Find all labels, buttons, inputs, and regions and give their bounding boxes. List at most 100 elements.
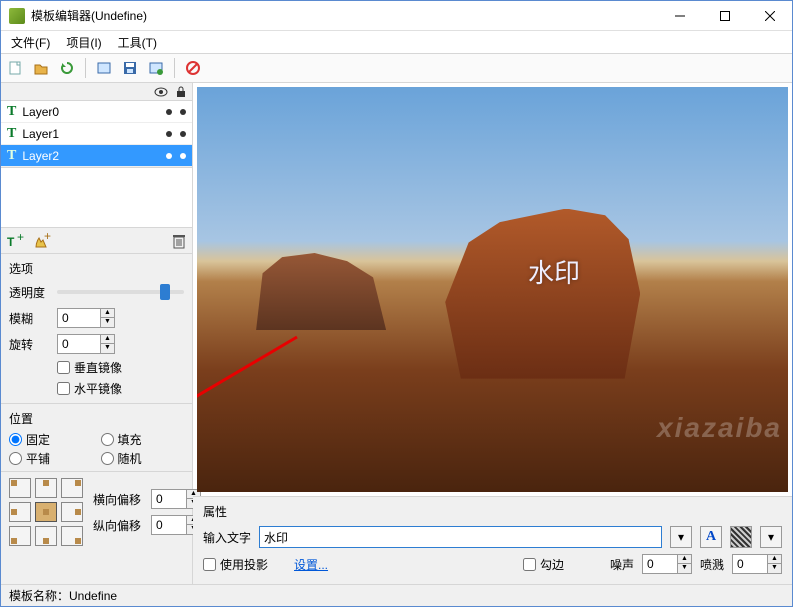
layer-vis-dot[interactable]	[166, 109, 172, 115]
position-title: 位置	[9, 408, 184, 429]
toolbar	[1, 53, 792, 83]
cancel-button[interactable]	[183, 58, 203, 78]
delete-layer-button[interactable]	[172, 233, 186, 249]
spin-up[interactable]: ▲	[101, 309, 114, 318]
noise-input[interactable]	[643, 555, 677, 573]
anchor-tl[interactable]	[9, 478, 31, 498]
export-button[interactable]	[146, 58, 166, 78]
layer-row[interactable]: TLayer2	[1, 145, 192, 167]
offset-h-input[interactable]	[152, 490, 186, 508]
noise-spinner[interactable]: ▲▼	[642, 554, 692, 574]
toolbar-separator	[85, 58, 86, 78]
layer-lock-dot[interactable]	[180, 109, 186, 115]
spin-up[interactable]: ▲	[768, 555, 781, 564]
anchor-mc[interactable]	[35, 502, 57, 522]
blur-input[interactable]	[58, 309, 100, 327]
spin-down[interactable]: ▼	[101, 318, 114, 327]
rotate-input[interactable]	[58, 335, 100, 353]
layer-lock-dot[interactable]	[180, 153, 186, 159]
pattern-button[interactable]	[730, 526, 752, 548]
new-button[interactable]	[5, 58, 25, 78]
add-text-layer-button[interactable]: T+	[7, 233, 25, 249]
mirror-h-label: 水平镜像	[74, 380, 122, 397]
anchor-ml[interactable]	[9, 502, 31, 522]
watermark-preview[interactable]: 水印	[528, 253, 580, 290]
left-panel: TLayer0 TLayer1 TLayer2 T+ + 选项 透明度 模糊 ▲…	[1, 83, 193, 584]
lock-icon[interactable]	[176, 86, 186, 98]
preview-button[interactable]	[94, 58, 114, 78]
text-dropdown-button[interactable]: ▾	[670, 526, 692, 548]
window-title: 模板编辑器(Undefine)	[31, 7, 657, 24]
spin-down[interactable]: ▼	[678, 564, 691, 573]
layer-lock-dot[interactable]	[180, 131, 186, 137]
titlebar: 模板编辑器(Undefine)	[1, 1, 792, 31]
layer-vis-dot[interactable]	[166, 153, 172, 159]
layer-name: Layer2	[22, 149, 158, 163]
save-button[interactable]	[120, 58, 140, 78]
spin-up[interactable]: ▲	[678, 555, 691, 564]
menu-tools[interactable]: 工具(T)	[112, 32, 163, 53]
anchor-area: 横向偏移▲▼ 纵向偏移▲▼	[1, 471, 192, 552]
anchor-bl[interactable]	[9, 526, 31, 546]
pattern-dropdown-button[interactable]: ▾	[760, 526, 782, 548]
anchor-bc[interactable]	[35, 526, 57, 546]
options-title: 选项	[9, 258, 184, 279]
maximize-button[interactable]	[702, 1, 747, 30]
menu-file[interactable]: 文件(F)	[5, 32, 56, 53]
spin-up[interactable]: ▲	[101, 335, 114, 344]
app-icon	[9, 8, 25, 24]
visibility-icon[interactable]	[154, 87, 168, 97]
watermark-text-input[interactable]	[259, 526, 662, 548]
font-button[interactable]: A	[700, 526, 722, 548]
add-image-layer-button[interactable]: +	[33, 233, 51, 249]
mirror-v-checkbox[interactable]	[57, 361, 70, 374]
spin-down[interactable]: ▼	[101, 344, 114, 353]
rotate-spinner[interactable]: ▲▼	[57, 334, 115, 354]
noise-label: 噪声	[610, 556, 634, 573]
pos-random-radio[interactable]: 随机	[101, 450, 185, 467]
opacity-slider[interactable]	[57, 290, 184, 294]
layer-vis-dot[interactable]	[166, 131, 172, 137]
spray-spinner[interactable]: ▲▼	[732, 554, 782, 574]
offset-v-label: 纵向偏移	[93, 517, 145, 534]
rotate-label: 旋转	[9, 336, 51, 353]
anchor-br[interactable]	[61, 526, 83, 546]
properties-panel: 属性 输入文字 ▾ A ▾ 使用投影 设置... 勾边 噪声 ▲▼ 喷溅 ▲▼	[193, 496, 792, 584]
menu-project[interactable]: 项目(I)	[60, 32, 107, 53]
open-button[interactable]	[31, 58, 51, 78]
svg-text:T: T	[7, 235, 15, 249]
blur-spinner[interactable]: ▲▼	[57, 308, 115, 328]
pos-fixed-radio[interactable]: 固定	[9, 431, 93, 448]
offset-v-input[interactable]	[152, 516, 186, 534]
properties-title: 属性	[203, 503, 782, 520]
layer-row[interactable]: TLayer1	[1, 123, 192, 145]
refresh-button[interactable]	[57, 58, 77, 78]
pos-fill-radio[interactable]: 填充	[101, 431, 185, 448]
spray-input[interactable]	[733, 555, 767, 573]
shadow-settings-link[interactable]: 设置...	[294, 556, 328, 573]
layer-name: Layer0	[22, 105, 158, 119]
close-button[interactable]	[747, 1, 792, 30]
site-watermark: xiazaiba	[657, 412, 782, 444]
right-panel: 水印 xiazaiba 属性 输入文字 ▾ A ▾ 使用投影 设置... 勾边 …	[193, 83, 792, 584]
anchor-grid	[9, 478, 83, 546]
menubar: 文件(F) 项目(I) 工具(T)	[1, 31, 792, 53]
spin-down[interactable]: ▼	[768, 564, 781, 573]
text-layer-icon: T	[7, 104, 16, 120]
stroke-checkbox[interactable]: 勾边	[523, 556, 564, 573]
status-value: Undefine	[69, 589, 117, 603]
anchor-tc[interactable]	[35, 478, 57, 498]
shadow-checkbox[interactable]: 使用投影	[203, 556, 268, 573]
layers-empty-area	[1, 168, 192, 228]
layer-row[interactable]: T Layer0	[1, 101, 192, 123]
mirror-v-label: 垂直镜像	[74, 359, 122, 376]
mirror-h-checkbox[interactable]	[57, 382, 70, 395]
anchor-mr[interactable]	[61, 502, 83, 522]
anchor-tr[interactable]	[61, 478, 83, 498]
minimize-button[interactable]	[657, 1, 702, 30]
text-input-label: 输入文字	[203, 529, 251, 546]
canvas[interactable]: 水印 xiazaiba	[197, 87, 788, 492]
slider-thumb[interactable]	[160, 284, 170, 300]
pos-tile-radio[interactable]: 平铺	[9, 450, 93, 467]
blur-label: 模糊	[9, 310, 51, 327]
